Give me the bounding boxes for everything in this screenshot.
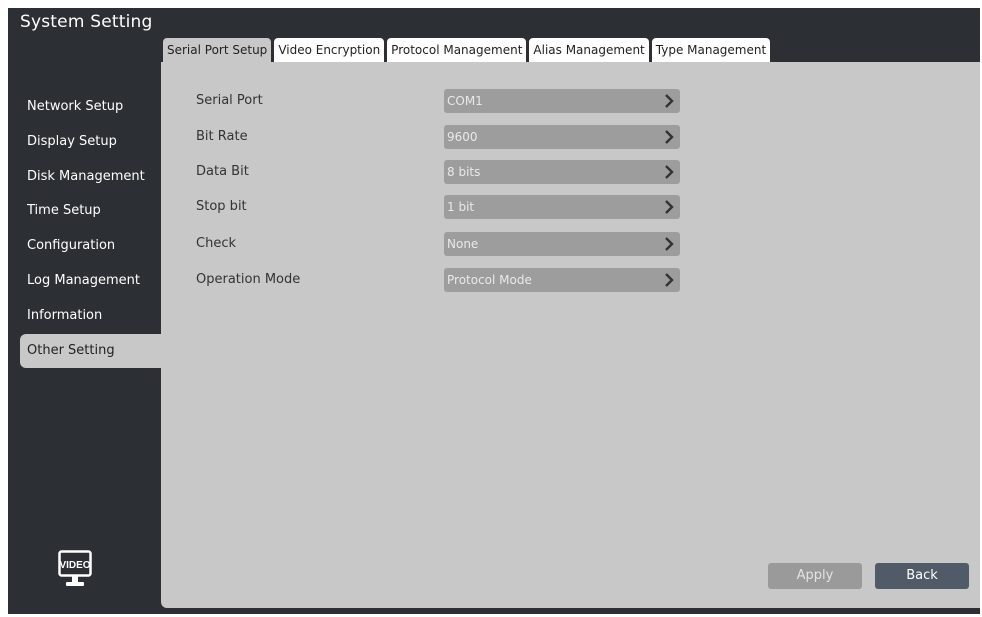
- form-row-serial-port: Serial Port COM1: [161, 89, 980, 113]
- form-row-check: Check None: [161, 232, 980, 256]
- chevron-right-icon: [665, 94, 674, 108]
- back-button[interactable]: Back: [875, 563, 969, 589]
- serial-port-label: Serial Port: [196, 93, 263, 108]
- stop-bit-value: 1 bit: [447, 200, 475, 214]
- form-row-bit-rate: Bit Rate 9600: [161, 125, 980, 149]
- apply-button[interactable]: Apply: [768, 563, 862, 589]
- form-row-data-bit: Data Bit 8 bits: [161, 160, 980, 184]
- tab-bar: Serial Port Setup Video Encryption Proto…: [163, 38, 771, 62]
- operation-mode-label: Operation Mode: [196, 272, 301, 287]
- tab-type-management[interactable]: Type Management: [651, 38, 771, 62]
- chevron-right-icon: [665, 165, 674, 179]
- bit-rate-label: Bit Rate: [196, 129, 248, 144]
- tab-alias-management[interactable]: Alias Management: [529, 38, 649, 62]
- stop-bit-select[interactable]: 1 bit: [444, 195, 680, 219]
- serial-port-select[interactable]: COM1: [444, 89, 680, 113]
- sidebar-item-other-setting[interactable]: Other Setting: [20, 333, 161, 369]
- tab-protocol-management[interactable]: Protocol Management: [387, 38, 527, 62]
- system-setting-window: System Setting Serial Port Setup Video E…: [8, 8, 980, 614]
- data-bit-select[interactable]: 8 bits: [444, 160, 680, 184]
- sidebar-item-configuration[interactable]: Configuration: [8, 229, 161, 264]
- serial-port-settings-panel: Serial Port COM1 Bit Rate 9600 Data Bit …: [161, 62, 980, 608]
- chevron-right-icon: [665, 273, 674, 287]
- check-value: None: [447, 237, 479, 251]
- check-select[interactable]: None: [444, 232, 680, 256]
- form-row-operation-mode: Operation Mode Protocol Mode: [161, 268, 980, 292]
- operation-mode-value: Protocol Mode: [447, 273, 532, 287]
- tab-serial-port-setup[interactable]: Serial Port Setup: [163, 38, 272, 62]
- sidebar-item-disk-management[interactable]: Disk Management: [8, 160, 161, 195]
- sidebar-item-time-setup[interactable]: Time Setup: [8, 194, 161, 229]
- operation-mode-select[interactable]: Protocol Mode: [444, 268, 680, 292]
- bit-rate-value: 9600: [447, 130, 478, 144]
- chevron-right-icon: [665, 200, 674, 214]
- sidebar-item-network-setup[interactable]: Network Setup: [8, 90, 161, 125]
- sidebar-item-information[interactable]: Information: [8, 299, 161, 334]
- window-title: System Setting: [20, 12, 153, 32]
- data-bit-label: Data Bit: [196, 164, 249, 179]
- chevron-right-icon: [665, 237, 674, 251]
- video-monitor-icon: VIDEO: [58, 550, 92, 590]
- stop-bit-label: Stop bit: [196, 199, 247, 214]
- check-label: Check: [196, 236, 236, 251]
- sidebar-item-log-management[interactable]: Log Management: [8, 264, 161, 299]
- data-bit-value: 8 bits: [447, 165, 481, 179]
- serial-port-value: COM1: [447, 94, 483, 108]
- tab-video-encryption[interactable]: Video Encryption: [274, 38, 385, 62]
- sidebar: Network Setup Display Setup Disk Managem…: [8, 90, 161, 369]
- logo-text: VIDEO: [59, 560, 90, 571]
- chevron-right-icon: [665, 130, 674, 144]
- bit-rate-select[interactable]: 9600: [444, 125, 680, 149]
- sidebar-item-display-setup[interactable]: Display Setup: [8, 125, 161, 160]
- form-row-stop-bit: Stop bit 1 bit: [161, 195, 980, 219]
